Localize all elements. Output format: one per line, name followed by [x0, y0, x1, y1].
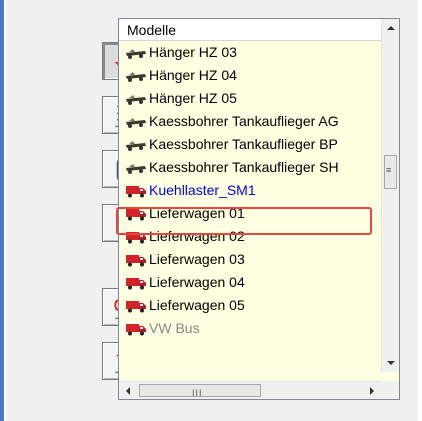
- list-item-label: Kaessbohrer Tankauflieger BP: [149, 136, 338, 152]
- list-item[interactable]: Lieferwagen 01: [119, 202, 381, 225]
- horizontal-scrollbar[interactable]: III: [119, 381, 381, 399]
- column-header-modelle[interactable]: Modelle: [119, 19, 381, 41]
- flatcar-icon: [125, 138, 147, 152]
- list-item-label: Kaessbohrer Tankauflieger SH: [149, 159, 339, 175]
- list-item-label: Lieferwagen 03: [149, 251, 245, 267]
- scroll-right-button[interactable]: [363, 382, 381, 399]
- list-item-label: Lieferwagen 05: [149, 297, 245, 313]
- models-listbox[interactable]: Modelle Hänger HZ 03 Hänger HZ 04 Hänger H…: [118, 18, 400, 400]
- truck-icon: [125, 253, 147, 267]
- list-item-selected[interactable]: Kuehllaster_SM1: [119, 179, 381, 202]
- list-item[interactable]: Hänger HZ 04: [119, 64, 381, 87]
- list-item[interactable]: Lieferwagen 04: [119, 271, 381, 294]
- list-item-label: VW Bus: [149, 320, 200, 336]
- list-item-label: Hänger HZ 05: [149, 90, 237, 106]
- window-edge: [0, 0, 4, 421]
- flatcar-icon: [125, 92, 147, 106]
- horizontal-scroll-thumb[interactable]: III: [139, 384, 261, 398]
- list-item-label: Hänger HZ 04: [149, 67, 237, 83]
- list-item-partial[interactable]: VW Bus: [119, 317, 381, 340]
- truck-icon: [125, 230, 147, 244]
- flatcar-icon: [125, 161, 147, 175]
- flatcar-icon: [125, 46, 147, 60]
- vertical-scroll-thumb[interactable]: ≡: [384, 155, 397, 189]
- list-item[interactable]: Kaessbohrer Tankauflieger BP: [119, 133, 381, 156]
- list-item[interactable]: Hänger HZ 03: [119, 41, 381, 64]
- list-item[interactable]: Lieferwagen 05: [119, 294, 381, 317]
- model-list: Hänger HZ 03 Hänger HZ 04 Hänger HZ 05 Kaes…: [119, 41, 381, 340]
- list-item[interactable]: Hänger HZ 05: [119, 87, 381, 110]
- list-item-label: Hänger HZ 03: [149, 44, 237, 60]
- truck-icon: [125, 276, 147, 290]
- list-item[interactable]: Kaessbohrer Tankauflieger SH: [119, 156, 381, 179]
- list-item[interactable]: Lieferwagen 03: [119, 248, 381, 271]
- list-item-label: Kaessbohrer Tankauflieger AG: [149, 113, 339, 129]
- horizontal-grip: III: [192, 388, 203, 398]
- model-browser-panel: Modelle Hänger HZ 03 Hänger HZ 04 Hänger H…: [0, 0, 422, 421]
- list-viewport: Modelle Hänger HZ 03 Hänger HZ 04 Hänger H…: [119, 19, 381, 372]
- truck-icon: [125, 299, 147, 313]
- vertical-grip: ≡: [386, 165, 393, 175]
- flatcar-icon: [125, 69, 147, 83]
- truck-icon: [125, 207, 147, 221]
- scroll-down-button[interactable]: [382, 354, 399, 372]
- list-item-label: Kuehllaster_SM1: [149, 182, 256, 198]
- list-item[interactable]: Kaessbohrer Tankauflieger AG: [119, 110, 381, 133]
- truck-icon: [125, 184, 147, 198]
- scroll-corner: [381, 381, 399, 399]
- truck-icon: [125, 322, 147, 336]
- scroll-up-button[interactable]: [382, 19, 399, 37]
- list-item-label: Lieferwagen 01: [149, 205, 245, 221]
- flatcar-icon: [125, 115, 147, 129]
- list-item-label: Lieferwagen 04: [149, 274, 245, 290]
- list-item-label: Lieferwagen 02: [149, 228, 245, 244]
- list-item[interactable]: Lieferwagen 02: [119, 225, 381, 248]
- scroll-left-button[interactable]: [119, 382, 137, 399]
- vertical-scrollbar[interactable]: ≡: [381, 19, 399, 372]
